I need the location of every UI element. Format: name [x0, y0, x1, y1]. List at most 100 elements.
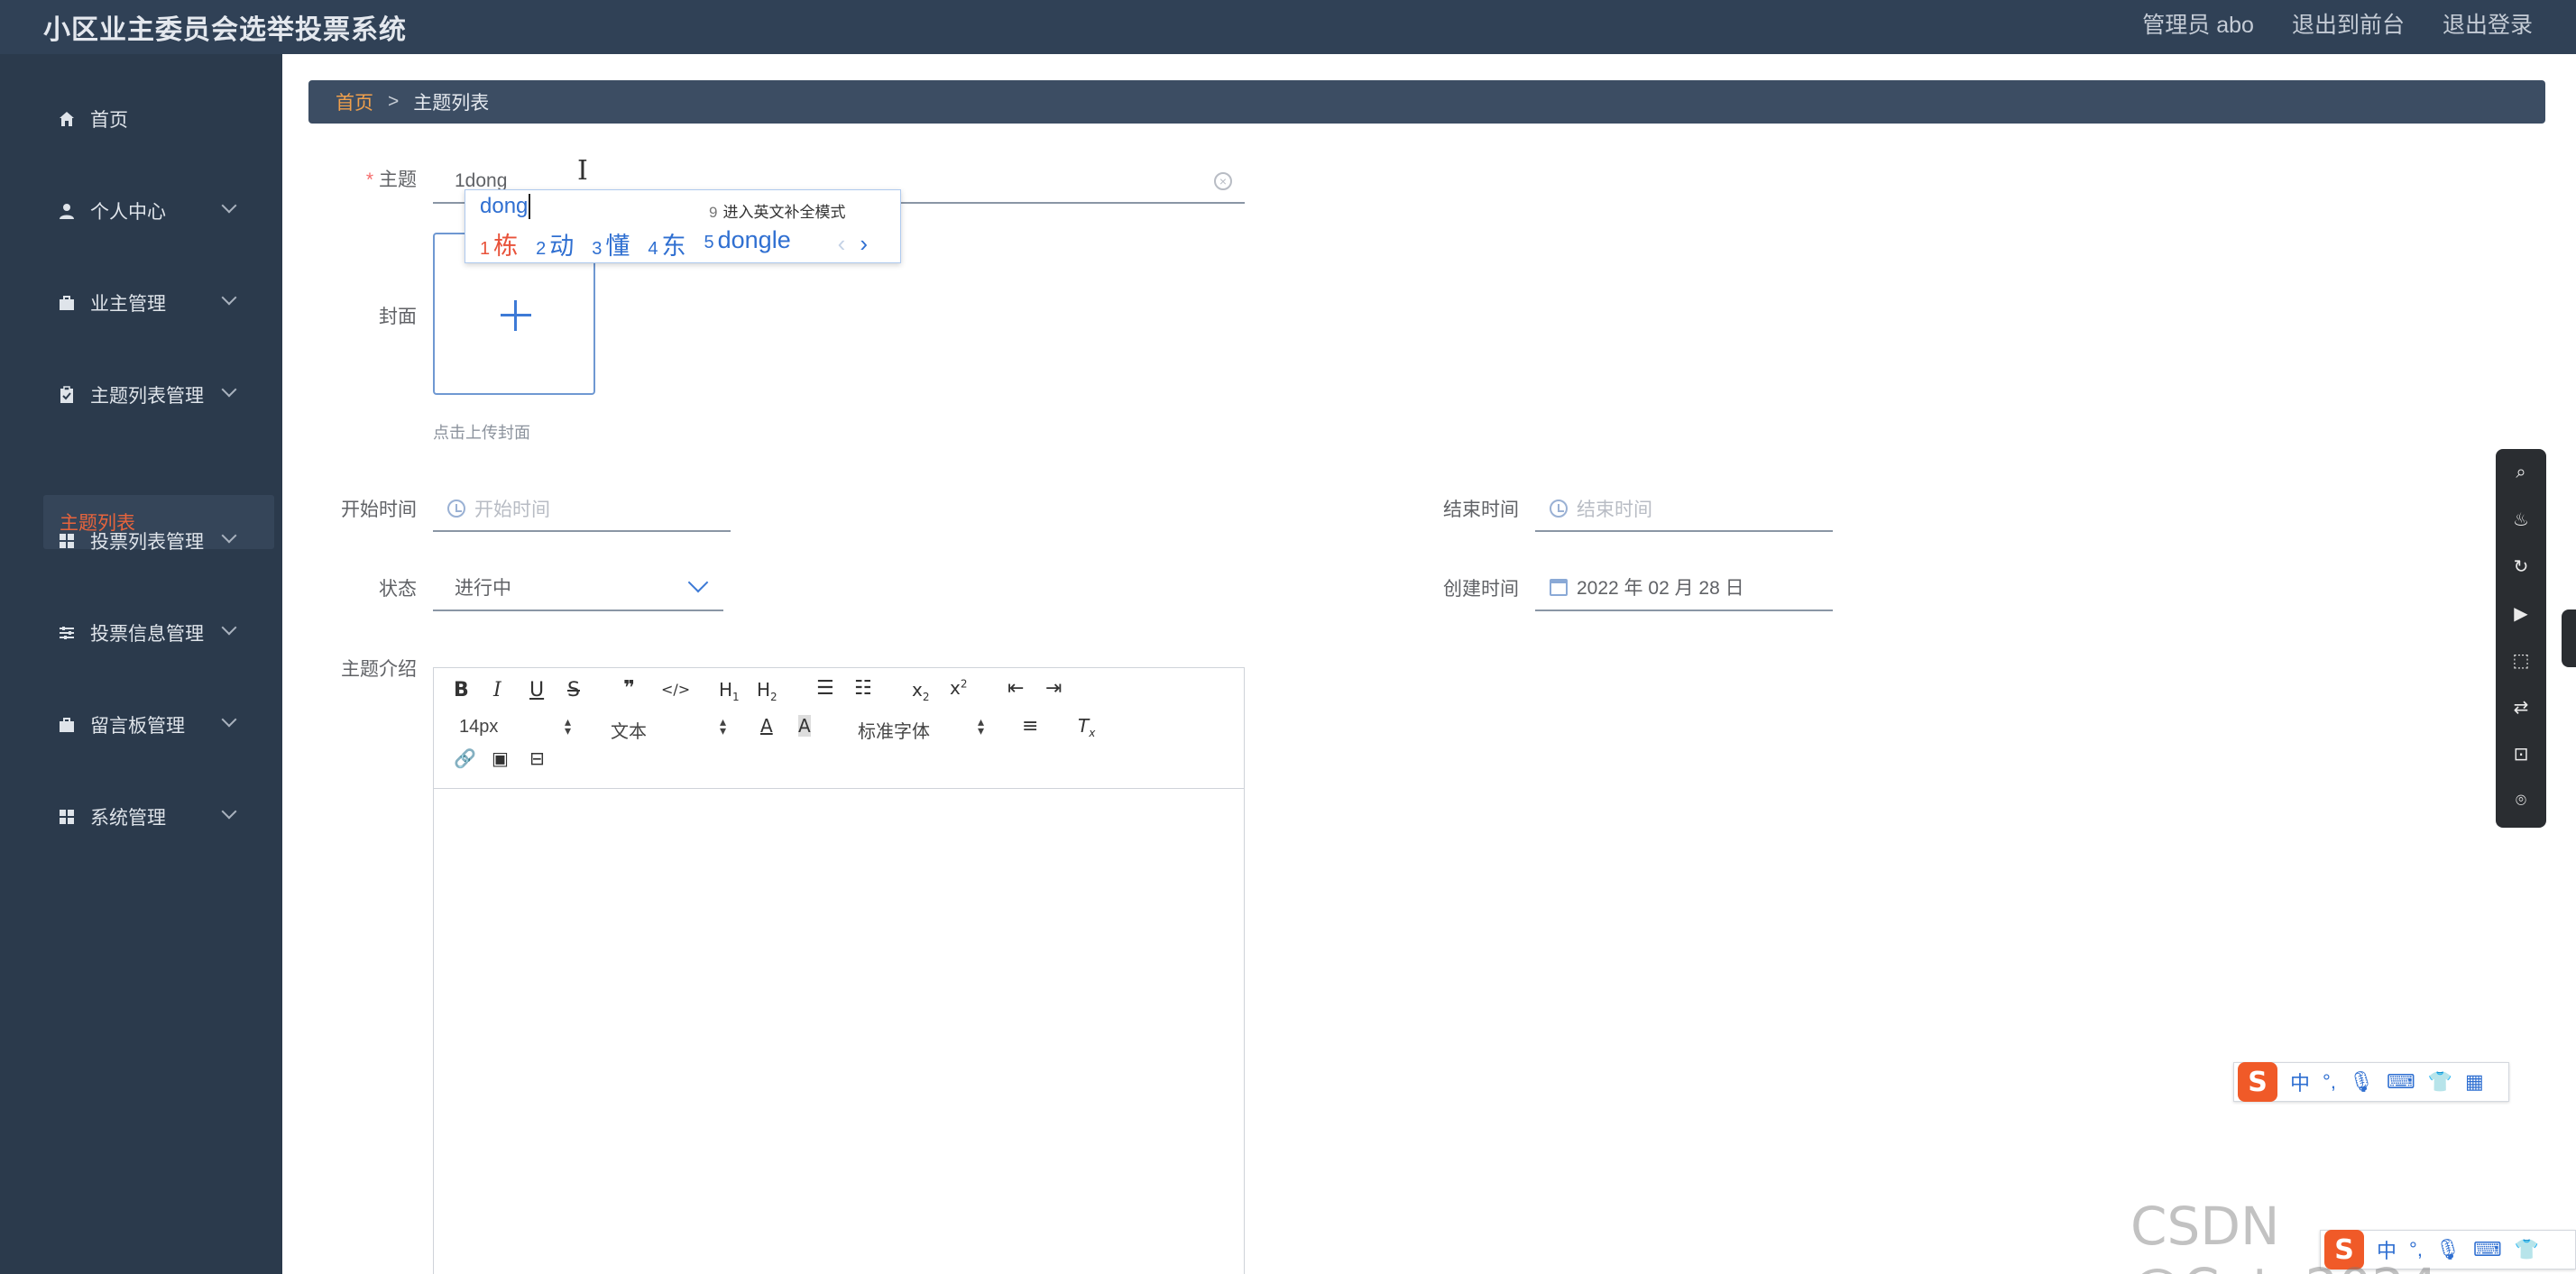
punctuation-button[interactable]: °,	[2323, 1070, 2336, 1094]
end-time-input[interactable]: 结束时间	[1535, 487, 1833, 532]
grid-icon	[58, 532, 76, 550]
align-left-icon[interactable]: ≡	[1022, 715, 1038, 738]
admin-user-link[interactable]: 管理员 abo	[2142, 7, 2254, 40]
swap-icon[interactable]: ⇄	[2510, 696, 2532, 718]
keyboard-icon[interactable]: ⌨	[2387, 1070, 2415, 1094]
briefcase-icon	[58, 294, 76, 312]
top-nav: 管理员 abo 退出到前台 退出登录	[2142, 7, 2533, 40]
outdent-icon[interactable]: ⇤	[1007, 677, 1024, 700]
sidebar-item-owner-management[interactable]: 业主管理	[0, 274, 282, 332]
status-value: 进行中	[455, 578, 511, 599]
chevron-down-icon	[221, 527, 237, 544]
sidebar-item-personal-center[interactable]: 个人中心	[0, 182, 282, 240]
ime-candidate[interactable]: 3懂	[592, 226, 630, 261]
block-type-select[interactable]: 文本 ▴ ▾	[611, 715, 726, 743]
subscript-icon[interactable]: x2	[912, 679, 929, 703]
microphone-icon[interactable]: 🎙	[2349, 1070, 2374, 1094]
sidebar-item-label: 投票信息管理	[90, 624, 204, 645]
status-label: 状态	[379, 579, 417, 600]
floating-tool-panel: ⌕ ♨ ↻ ▶ ⬚ ⇄ ⊡ ⌾	[2496, 449, 2546, 828]
skin-icon[interactable]: 👕	[2428, 1070, 2452, 1094]
sidebar-item-label: 首页	[90, 110, 128, 131]
cover-label: 封面	[379, 307, 417, 327]
calendar-icon	[1550, 578, 1568, 596]
clear-format-icon[interactable]: Tx	[1078, 715, 1095, 739]
logout-link[interactable]: 退出登录	[2443, 7, 2533, 40]
cover-upload-tip: 点击上传封面	[433, 424, 530, 442]
bold-icon[interactable]: B	[454, 679, 469, 701]
status-select[interactable]: 进行中	[433, 564, 723, 611]
start-time-input[interactable]: 开始时间	[433, 487, 731, 532]
rich-text-editor: B I U S ❞ </> H1 H2 ☰ ☷ x2 x2 ⇤ ⇥ 14px ▴ ▾…	[433, 667, 1245, 1274]
ime-page-arrows: ‹ ›	[838, 230, 868, 258]
start-time-label: 开始时间	[341, 500, 417, 520]
clear-icon[interactable]: ×	[1214, 172, 1232, 190]
sidebar-item-vote-list-management[interactable]: 投票列表管理	[0, 512, 282, 570]
chevron-down-icon	[221, 803, 237, 820]
chevron-left-icon[interactable]: ‹	[838, 230, 846, 257]
intro-label: 主题介绍	[341, 659, 417, 680]
camera-icon[interactable]: ⌾	[2510, 790, 2532, 811]
ime-candidate[interactable]: 1栋	[480, 226, 518, 261]
ordered-list-icon[interactable]: ☰	[816, 677, 834, 700]
side-tab-handle[interactable]	[2562, 610, 2576, 667]
video-record-icon[interactable]: ▶	[2510, 602, 2532, 624]
ime-status-bar: S 中 °, 🎙 ⌨ 👕 ▦	[2233, 1062, 2509, 1102]
breadcrumb-home[interactable]: 首页	[336, 88, 373, 115]
chevron-down-icon	[221, 289, 237, 306]
sidebar-item-vote-info-management[interactable]: 投票信息管理	[0, 604, 282, 662]
quote-icon[interactable]: ❞	[623, 677, 635, 700]
chevron-right-icon[interactable]: ›	[860, 230, 868, 257]
video-icon[interactable]: ⊟	[529, 747, 545, 769]
heading1-icon[interactable]: H1	[719, 679, 740, 703]
exit-to-frontend-link[interactable]: 退出到前台	[2292, 7, 2405, 40]
home-icon	[58, 110, 76, 128]
sidebar-item-topic-list-management[interactable]: 主题列表管理	[0, 366, 282, 424]
underline-icon[interactable]: U	[529, 679, 544, 701]
ime-candidate[interactable]: 2动	[536, 226, 574, 261]
breadcrumb-current: 主题列表	[413, 93, 490, 114]
strikethrough-icon[interactable]: S	[567, 679, 580, 701]
sogou-logo-icon[interactable]: S	[2238, 1062, 2277, 1102]
toolbox-icon[interactable]: ▦	[2465, 1070, 2484, 1094]
heading2-icon[interactable]: H2	[757, 679, 777, 703]
created-time-input[interactable]: 2022 年 02 月 28 日	[1535, 564, 1833, 611]
sidebar-item-home[interactable]: 首页	[0, 90, 282, 148]
sidebar-item-label: 投票列表管理	[90, 532, 204, 553]
created-time-value: 2022 年 02 月 28 日	[1577, 578, 1744, 599]
italic-icon[interactable]: I	[493, 679, 501, 701]
image-icon[interactable]: ▣	[492, 747, 509, 769]
link-icon[interactable]: 🔗	[454, 747, 476, 769]
sidebar-item-label: 留言板管理	[90, 716, 185, 737]
chevron-down-icon	[221, 619, 237, 636]
crop-icon[interactable]: ⬚	[2510, 649, 2532, 671]
fire-icon[interactable]: ♨	[2510, 509, 2532, 530]
font-size-select[interactable]: 14px ▴ ▾	[459, 715, 571, 738]
sidebar-item-label: 个人中心	[90, 202, 166, 223]
sidebar-item-system-management[interactable]: 系统管理	[0, 788, 282, 846]
created-time-label: 创建时间	[1443, 579, 1519, 600]
required-mark: *	[365, 170, 373, 190]
refresh-icon[interactable]: ↻	[2510, 555, 2532, 577]
briefcase-icon	[58, 716, 76, 734]
sidebar: 首页 个人中心 业主管理 主题列表管理 主题列表 投票列表管理 投票信息管理 留…	[0, 54, 282, 1274]
indent-icon[interactable]: ⇥	[1045, 677, 1062, 700]
font-family-select[interactable]: 标准字体 ▴ ▾	[858, 715, 984, 743]
ime-hint[interactable]: 9 进入英文补全模式	[709, 199, 845, 222]
code-icon[interactable]: </>	[661, 681, 690, 698]
sidebar-item-message-board-management[interactable]: 留言板管理	[0, 696, 282, 754]
clock-icon	[447, 500, 465, 518]
superscript-icon[interactable]: x2	[950, 677, 967, 699]
font-color-icon[interactable]: A	[760, 715, 773, 737]
bullet-list-icon[interactable]: ☷	[854, 677, 872, 700]
search-icon[interactable]: ⌕	[2510, 462, 2532, 483]
start-time-placeholder: 开始时间	[474, 500, 550, 520]
screenshot-icon[interactable]: ⊡	[2510, 743, 2532, 765]
top-bar: 小区业主委员会选举投票系统 管理员 abo 退出到前台 退出登录	[0, 0, 2576, 54]
background-color-icon[interactable]: A	[798, 715, 811, 737]
ime-candidate[interactable]: 4东	[648, 226, 685, 261]
editor-content-area[interactable]	[434, 790, 1244, 1274]
ime-candidate[interactable]: 5 dongle	[704, 226, 791, 261]
chinese-mode-button[interactable]: 中	[2290, 1068, 2310, 1096]
app-title: 小区业主委员会选举投票系统	[43, 15, 407, 45]
